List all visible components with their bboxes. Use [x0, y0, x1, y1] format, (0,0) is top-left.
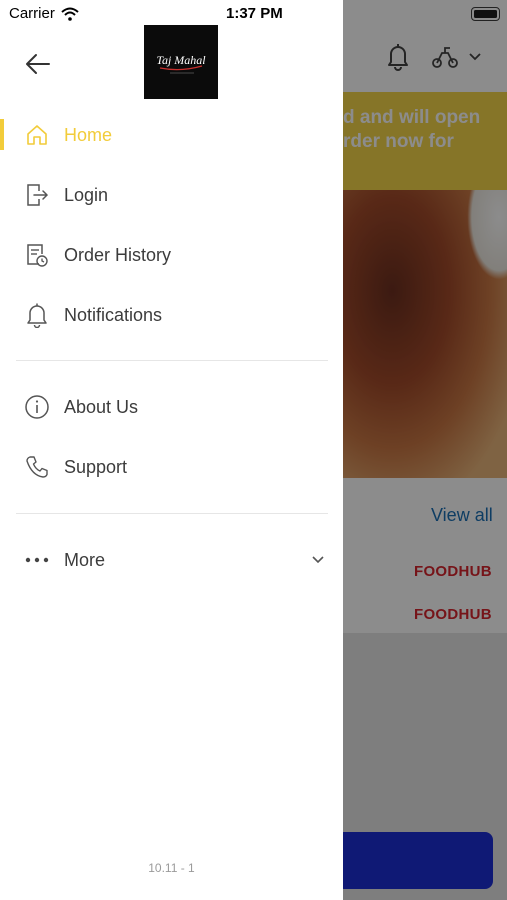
logo-text: Taj Mahal [156, 53, 206, 67]
menu-label: Support [64, 456, 128, 477]
menu-label: About Us [64, 396, 139, 417]
menu-item-support[interactable]: Support [0, 443, 343, 491]
menu-divider [16, 360, 328, 361]
login-icon [24, 182, 50, 208]
navigation-drawer: Taj Mahal Home Login Order History Notif… [0, 0, 343, 900]
info-icon [24, 394, 50, 420]
app-version: 10.11 - 1 [148, 861, 195, 875]
menu-label: Home [64, 124, 113, 145]
menu-item-more[interactable]: More [0, 536, 343, 584]
menu-divider [16, 513, 328, 514]
bell-icon [24, 302, 50, 328]
menu-label: More [64, 549, 106, 570]
phone-icon [24, 454, 50, 480]
back-button[interactable] [22, 50, 54, 78]
carrier-label: Carrier [9, 5, 55, 22]
arrow-left-icon [26, 54, 50, 74]
home-icon [24, 122, 50, 148]
order-history-icon [24, 242, 50, 268]
battery-icon [471, 7, 500, 21]
restaurant-logo: Taj Mahal [144, 25, 218, 99]
menu-label: Notifications [64, 304, 163, 325]
status-time: 1:37 PM [226, 5, 283, 22]
chevron-down-icon [309, 551, 327, 569]
menu-label: Order History [64, 244, 172, 265]
menu-item-login[interactable]: Login [0, 171, 343, 219]
menu-item-order-history[interactable]: Order History [0, 231, 343, 279]
menu-label: Login [64, 184, 109, 205]
menu-item-about-us[interactable]: About Us [0, 383, 343, 431]
menu-item-home[interactable]: Home [0, 111, 343, 159]
more-dots-icon [24, 547, 50, 573]
menu-item-notifications[interactable]: Notifications [0, 291, 343, 339]
status-bar: Carrier 1:37 PM [0, 0, 507, 28]
wifi-icon [61, 7, 79, 21]
carrier-indicator: Carrier [9, 5, 79, 22]
